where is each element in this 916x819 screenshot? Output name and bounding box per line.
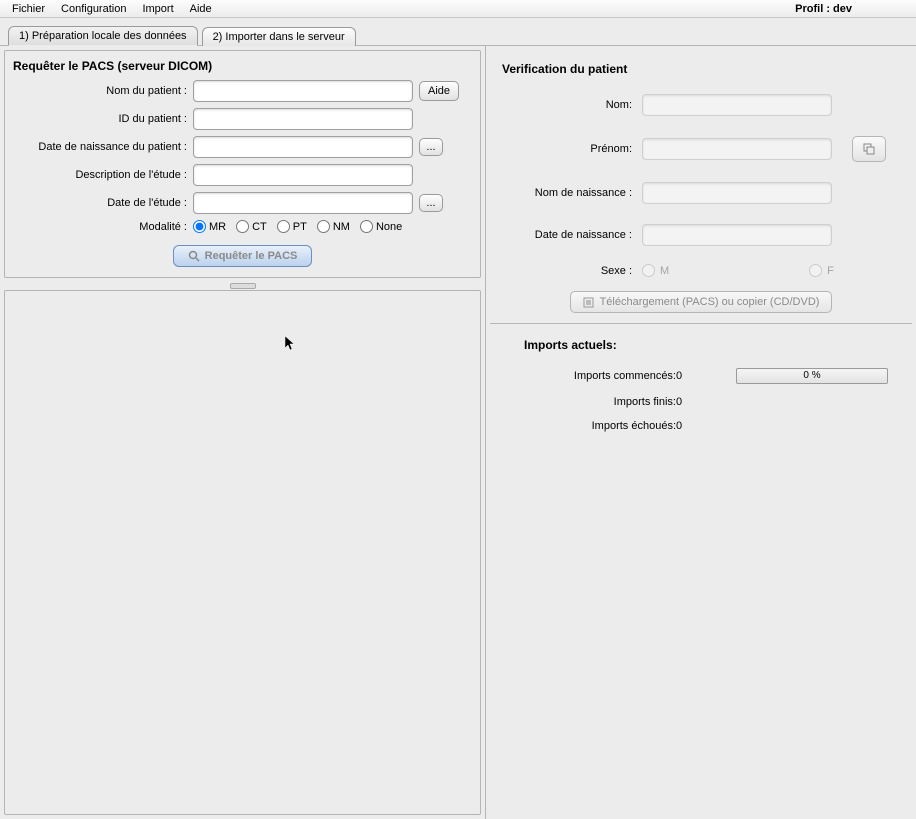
imports-panel: Imports actuels: Imports commencés: 0 0 … — [490, 324, 912, 448]
imports-failed-label: Imports échoués: — [506, 420, 676, 432]
query-pacs-label: Requêter le PACS — [205, 250, 298, 262]
modality-label: Modalité : — [13, 221, 193, 233]
modality-group: MR CT PT NM None — [193, 220, 402, 233]
menu-configuration[interactable]: Configuration — [53, 3, 134, 15]
pacs-query-panel: Requêter le PACS (serveur DICOM) Nom du … — [4, 50, 481, 278]
nom-naissance-field — [642, 182, 832, 204]
download-button[interactable]: Téléchargement (PACS) ou copier (CD/DVD) — [570, 291, 833, 313]
results-panel — [4, 290, 481, 815]
modality-ct[interactable]: CT — [236, 220, 267, 233]
imports-started-value: 0 — [676, 370, 696, 382]
search-icon — [188, 250, 200, 262]
study-date-picker-button[interactable]: ... — [419, 194, 443, 212]
pacs-panel-title: Requêter le PACS (serveur DICOM) — [5, 51, 480, 77]
verification-panel: Verification du patient Nom: Prénom: Nom… — [490, 50, 912, 324]
tab-importer[interactable]: 2) Importer dans le serveur — [202, 27, 356, 46]
study-date-label: Date de l'étude : — [13, 197, 193, 209]
nom-label: Nom: — [502, 99, 642, 111]
nom-naissance-label: Nom de naissance : — [502, 187, 642, 199]
modality-mr[interactable]: MR — [193, 220, 226, 233]
patient-id-input[interactable] — [193, 108, 413, 130]
imports-finished-value: 0 — [676, 396, 696, 408]
patient-name-input[interactable] — [193, 80, 413, 102]
menu-fichier[interactable]: Fichier — [4, 3, 53, 15]
imports-title: Imports actuels: — [506, 334, 896, 362]
study-date-input[interactable] — [193, 192, 413, 214]
imports-progress-bar: 0 % — [736, 368, 888, 384]
tab-preparation[interactable]: 1) Préparation locale des données — [8, 26, 198, 46]
modality-none[interactable]: None — [360, 220, 402, 233]
modality-pt[interactable]: PT — [277, 220, 307, 233]
copy-icon — [862, 142, 876, 156]
download-icon — [583, 297, 594, 308]
prenom-field — [642, 138, 832, 160]
menu-aide[interactable]: Aide — [182, 3, 220, 15]
copy-button[interactable] — [852, 136, 886, 162]
help-button[interactable]: Aide — [419, 81, 459, 101]
birth-date-picker-button[interactable]: ... — [419, 138, 443, 156]
prenom-label: Prénom: — [502, 143, 642, 155]
tab-bar: 1) Préparation locale des données 2) Imp… — [0, 18, 916, 46]
patient-name-label: Nom du patient : — [13, 85, 193, 97]
sexe-label: Sexe : — [502, 265, 642, 277]
date-naissance-label: Date de naissance : — [502, 229, 642, 241]
imports-failed-value: 0 — [676, 420, 696, 432]
menu-import[interactable]: Import — [134, 3, 181, 15]
birth-date-label: Date de naissance du patient : — [13, 141, 193, 153]
imports-finished-label: Imports finis: — [506, 396, 676, 408]
split-handle[interactable] — [4, 282, 481, 290]
imports-started-label: Imports commencés: — [506, 370, 676, 382]
sex-f[interactable]: F — [809, 264, 834, 277]
modality-nm[interactable]: NM — [317, 220, 350, 233]
sex-m[interactable]: M — [642, 264, 669, 277]
date-naissance-field — [642, 224, 832, 246]
study-desc-label: Description de l'étude : — [13, 169, 193, 181]
verification-title: Verification du patient — [490, 50, 912, 84]
birth-date-input[interactable] — [193, 136, 413, 158]
patient-id-label: ID du patient : — [13, 113, 193, 125]
profile-label: Profil : dev — [795, 3, 912, 15]
download-label: Téléchargement (PACS) ou copier (CD/DVD) — [600, 296, 820, 308]
study-desc-input[interactable] — [193, 164, 413, 186]
query-pacs-button[interactable]: Requêter le PACS — [173, 245, 313, 267]
nom-field — [642, 94, 832, 116]
menubar: Fichier Configuration Import Aide Profil… — [0, 0, 916, 18]
